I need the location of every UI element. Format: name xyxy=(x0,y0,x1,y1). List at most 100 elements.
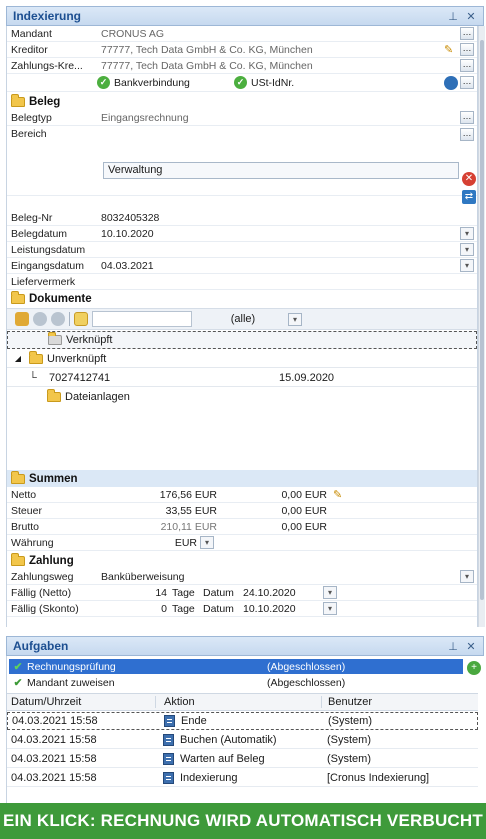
belegtyp-lookup-button[interactable]: … xyxy=(460,111,474,124)
document-icon[interactable] xyxy=(74,312,88,326)
caption-banner: EIN KLICK: RECHNUNG WIRD AUTOMATISCH VER… xyxy=(0,803,486,839)
zahlung-section-header[interactable]: Zahlung xyxy=(7,552,477,569)
waehrung-value[interactable]: EUR xyxy=(77,537,197,549)
tree-unverknuepft[interactable]: ◢ Unverknüpft xyxy=(7,350,477,368)
tree-document-row[interactable]: └ 7027412741 15.09.2020 xyxy=(7,369,477,387)
add-task-icon[interactable]: + xyxy=(467,661,481,675)
assign-icon[interactable]: ⇄ xyxy=(462,190,476,204)
indexing-title: Indexierung xyxy=(13,9,82,23)
history-user: (System) xyxy=(327,733,371,746)
remove-circle-icon[interactable] xyxy=(51,312,65,326)
zahlungsweg-row: Zahlungsweg Banküberweisung ▾ xyxy=(7,569,477,585)
zahlungs-value[interactable]: 77777, Tech Data GmbH & Co. KG, München xyxy=(97,60,460,72)
sum-value[interactable]: 210,11 EUR xyxy=(77,521,217,533)
faellig-netto-days[interactable]: 14 xyxy=(97,587,167,599)
leistungsdatum-dropdown[interactable]: ▾ xyxy=(460,243,474,256)
waehrung-dropdown[interactable]: ▾ xyxy=(200,536,214,549)
document-date: 15.09.2020 xyxy=(279,371,335,384)
history-user: [Cronus Indexierung] xyxy=(327,771,430,784)
column-header-datum[interactable]: Datum/Uhrzeit xyxy=(7,696,155,708)
verification-lookup-button[interactable]: … xyxy=(460,76,474,89)
sum-value[interactable]: 176,56 EUR xyxy=(77,489,217,501)
document-icon xyxy=(164,715,175,727)
search-input[interactable] xyxy=(92,311,192,327)
bereich-lookup-button[interactable]: … xyxy=(460,128,474,141)
bereich-value[interactable]: Verwaltung xyxy=(103,162,459,179)
beleg-header-text: Beleg xyxy=(29,95,61,108)
kreditor-value[interactable]: 77777, Tech Data GmbH & Co. KG, München xyxy=(97,44,444,56)
sum-value[interactable]: 33,55 EUR xyxy=(77,505,217,517)
filter-dropdown[interactable]: ▾ xyxy=(288,312,302,326)
task-status: (Abgeschlossen) xyxy=(267,676,346,689)
add-circle-icon[interactable] xyxy=(33,312,47,326)
pin-icon[interactable]: ⊥ xyxy=(447,640,459,653)
belegnr-value[interactable]: 8032405328 xyxy=(97,212,477,224)
eingangsdatum-label: Eingangsdatum xyxy=(11,259,84,272)
history-row[interactable]: 04.03.2021 15:58 Buchen (Automatik) (Sys… xyxy=(7,731,478,749)
tree-verknuepft[interactable]: Verknüpft xyxy=(7,331,477,349)
task-row[interactable]: ✔ Mandant zuweisen (Abgeschlossen) xyxy=(9,675,463,690)
column-header-aktion[interactable]: Aktion xyxy=(155,696,321,708)
edit-pencil-icon[interactable]: ✎ xyxy=(333,488,342,501)
summen-section-header[interactable]: Summen xyxy=(7,470,477,487)
belegdatum-value[interactable]: 10.10.2020 xyxy=(97,228,460,240)
history-action: Indexierung xyxy=(180,771,238,784)
sum-value-2[interactable]: 0,00 EUR xyxy=(217,489,327,501)
liefervermerk-row: Liefervermerk xyxy=(7,274,477,290)
close-icon[interactable]: ✕ xyxy=(465,10,477,23)
task-row-selected[interactable]: ✔ Rechnungsprüfung (Abgeschlossen) xyxy=(9,659,463,674)
remove-icon[interactable]: ✕ xyxy=(462,172,476,186)
eingangsdatum-value[interactable]: 04.03.2021 xyxy=(97,260,460,272)
sum-value-2[interactable]: 0,00 EUR xyxy=(217,521,327,533)
waehrung-label: Währung xyxy=(11,536,54,549)
eingangsdatum-dropdown[interactable]: ▾ xyxy=(460,259,474,272)
checkmark-icon: ✔ xyxy=(13,660,23,673)
folder-icon xyxy=(11,470,25,484)
history-grid-header: Datum/Uhrzeit Aktion Benutzer xyxy=(7,693,478,711)
kreditor-lookup-button[interactable]: … xyxy=(460,43,474,56)
history-action: Ende xyxy=(181,715,207,727)
beleg-section-header[interactable]: Beleg xyxy=(7,93,477,110)
dokumente-section-header[interactable]: Dokumente xyxy=(7,290,477,307)
history-row[interactable]: 04.03.2021 15:58 Ende (System) xyxy=(7,712,478,730)
zahlungsweg-dropdown[interactable]: ▾ xyxy=(460,570,474,583)
belegnr-label: Beleg-Nr xyxy=(11,211,53,224)
sum-value-2[interactable]: 0,00 EUR xyxy=(217,505,327,517)
faellig-skonto-dropdown[interactable]: ▾ xyxy=(323,602,337,615)
faellig-skonto-days[interactable]: 0 xyxy=(97,603,167,615)
history-row[interactable]: 04.03.2021 15:58 Warten auf Beleg (Syste… xyxy=(7,750,478,768)
globe-icon[interactable] xyxy=(444,75,458,90)
zahlungs-lookup-button[interactable]: … xyxy=(460,59,474,72)
indexing-content: Mandant CRONUS AG … Kreditor 77777, Tech… xyxy=(6,26,478,627)
pin-icon[interactable]: ⊥ xyxy=(447,10,459,23)
close-icon[interactable]: ✕ xyxy=(465,640,477,653)
faellig-netto-date[interactable]: 24.10.2020 xyxy=(243,587,323,599)
bank-check-icon: ✓ xyxy=(97,76,110,89)
faellig-skonto-date[interactable]: 10.10.2020 xyxy=(243,603,323,615)
ust-check-icon: ✓ xyxy=(234,76,247,89)
liefervermerk-label: Liefervermerk xyxy=(11,275,76,288)
history-action: Buchen (Automatik) xyxy=(180,733,277,746)
mandant-lookup-button[interactable]: … xyxy=(460,27,474,40)
scrollbar-thumb[interactable] xyxy=(480,40,484,600)
zahlungsweg-label: Zahlungsweg xyxy=(11,570,74,583)
sum-row-steuer: Steuer 33,55 EUR 0,00 EUR xyxy=(7,503,477,519)
column-header-benutzer[interactable]: Benutzer xyxy=(321,696,478,708)
history-row[interactable]: 04.03.2021 15:58 Indexierung [Cronus Ind… xyxy=(7,769,478,787)
bank-label: Bankverbindung xyxy=(114,76,190,89)
folder-icon xyxy=(11,290,25,304)
tree-dateianlagen[interactable]: Dateianlagen xyxy=(7,388,477,406)
mandant-value[interactable]: CRONUS AG xyxy=(97,28,460,40)
filter-value[interactable]: (alle) xyxy=(198,313,288,325)
edit-pencil-icon[interactable]: ✎ xyxy=(444,43,457,56)
collapse-icon[interactable]: ◢ xyxy=(7,354,29,363)
kreditor-row: Kreditor 77777, Tech Data GmbH & Co. KG,… xyxy=(7,42,477,58)
task-status: (Abgeschlossen) xyxy=(267,660,346,673)
indexing-scrollbar[interactable] xyxy=(478,26,485,627)
scan-icon[interactable] xyxy=(15,312,29,326)
belegtyp-value[interactable]: Eingangsrechnung xyxy=(97,112,460,124)
zahlungsweg-value[interactable]: Banküberweisung xyxy=(97,571,460,583)
belegdatum-dropdown[interactable]: ▾ xyxy=(460,227,474,240)
belegdatum-label: Belegdatum xyxy=(11,227,68,240)
faellig-netto-dropdown[interactable]: ▾ xyxy=(323,586,337,599)
